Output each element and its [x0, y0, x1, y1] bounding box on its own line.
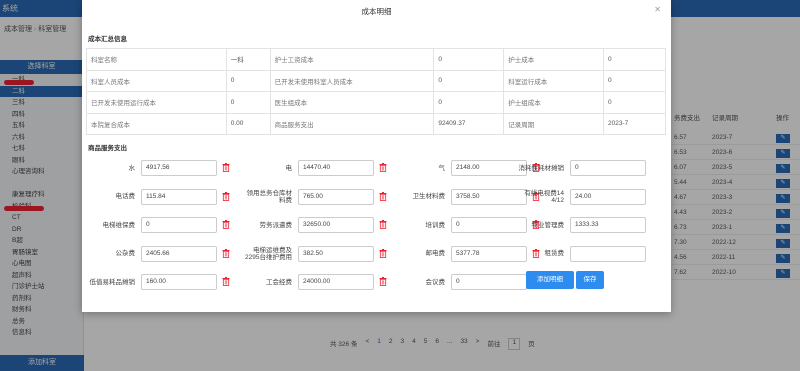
summary-value: 一科 — [225, 48, 271, 71]
form-row: 水 4917.56 电 14470.40 气 2148.00 消耗性耗材摊销 0 — [86, 158, 666, 178]
amount-input[interactable]: 0 — [141, 217, 217, 233]
summary-label: 已开发未使用运行成本 — [86, 91, 227, 114]
amount-input[interactable]: 160.00 — [141, 274, 217, 290]
modal-title: 成本明细 — [361, 7, 392, 16]
summary-section-title: 成本汇总信息 — [88, 36, 127, 43]
amount-input[interactable]: 115.84 — [141, 188, 217, 205]
form-row: 公杂费 2405.66 电梯运维费及2295台维护费用 382.50 邮电费 5377.7… — [86, 244, 666, 264]
summary-row: 本院复合成本 0.00 商品服务支出 92409.37 记录周期 2023-7 — [86, 112, 666, 135]
summary-label: 本院复合成本 — [86, 112, 227, 135]
field-label: 物业管理费 — [531, 221, 565, 229]
form-row: 电梯维保费 0 劳务派遣费 32650.00 培训费 0 物业管理费 1333.33 — [86, 215, 666, 235]
trash-icon[interactable] — [222, 248, 230, 258]
summary-value: 2023-7 — [603, 112, 666, 135]
summary-value: 0 — [603, 91, 666, 114]
summary-value: 0 — [433, 91, 505, 114]
summary-row: 科室名称 一科 护士工资成本 0 护士成本 0 — [86, 48, 666, 71]
summary-row: 科室人员成本 0 已开发未使用科室人员成本 0 科室运行成本 0 — [86, 69, 666, 92]
trash-icon[interactable] — [379, 191, 387, 201]
summary-label: 科室人员成本 — [86, 69, 227, 92]
field-label: 水 — [128, 164, 136, 172]
field-label: 劳务派遣费 — [259, 221, 293, 229]
close-icon[interactable]: ✕ — [654, 5, 661, 14]
add-detail-button[interactable]: 添加明细 — [526, 271, 574, 289]
summary-label: 医生组成本 — [269, 91, 435, 114]
amount-input[interactable]: 2405.66 — [141, 245, 217, 262]
amount-input[interactable]: 1333.33 — [570, 217, 646, 233]
summary-label: 科室运行成本 — [503, 69, 605, 92]
field-label: 电梯运维费及2295台维护费用 — [245, 246, 292, 261]
field-label: 会议费 — [425, 278, 446, 286]
amount-input[interactable]: 765.00 — [298, 188, 374, 205]
field-label: 培训费 — [425, 221, 446, 229]
summary-label: 商品服务支出 — [269, 112, 435, 135]
amount-input[interactable]: 4917.56 — [141, 160, 217, 176]
field-label: 消耗性耗材摊销 — [518, 164, 565, 172]
summary-value: 92409.37 — [433, 112, 505, 135]
summary-value: 0 — [225, 69, 271, 92]
summary-label: 护士工资成本 — [269, 48, 435, 71]
field-label: 租赁费 — [544, 250, 565, 257]
trash-icon[interactable] — [379, 163, 387, 172]
summary-value: 0 — [603, 69, 666, 92]
summary-value: 0 — [433, 48, 505, 71]
field-label: 电 — [285, 164, 293, 172]
field-label: 工会经费 — [266, 278, 292, 286]
amount-input[interactable]: 32650.00 — [298, 217, 374, 233]
trash-icon[interactable] — [222, 220, 230, 229]
field-label: 邮电费 — [425, 250, 446, 257]
amount-input[interactable]: 24000.00 — [298, 274, 374, 290]
amount-input[interactable] — [570, 245, 646, 262]
summary-table: 科室名称 一科 护士工资成本 0 护士成本 0 科室人员成本 0 已开发未使用科室人员成本 0 科室… — [86, 48, 666, 135]
trash-icon[interactable] — [222, 191, 230, 201]
field-label: 气 — [438, 164, 446, 172]
trash-icon[interactable] — [379, 277, 387, 286]
field-label: 公杂费 — [115, 250, 136, 257]
amount-input[interactable]: 14470.40 — [298, 160, 374, 176]
field-label: 低值易耗品摊销 — [89, 278, 136, 286]
summary-label: 记录周期 — [503, 112, 605, 135]
field-label: 电梯维保费 — [102, 221, 136, 229]
summary-label: 护士成本 — [503, 48, 605, 71]
cost-detail-modal: 成本明细 ✕ 成本汇总信息 科室名称 一科 护士工资成本 0 护士成本 0 科室人员成本 0 已… — [82, 0, 671, 312]
trash-icon[interactable] — [222, 163, 230, 172]
field-label: 领用总务仓库材料费 — [246, 189, 293, 204]
save-button[interactable]: 保存 — [576, 271, 604, 289]
form-row: 电话费 115.84 领用总务仓库材料费 765.00 卫生材料费 3758.50 有线电视… — [86, 187, 666, 207]
amount-input[interactable]: 0 — [451, 274, 527, 290]
summary-label: 科室名称 — [86, 48, 227, 71]
summary-row: 已开发未使用运行成本 0 医生组成本 0 护士组成本 0 — [86, 91, 666, 114]
field-label: 有线电视费14 4/12 — [524, 189, 564, 204]
trash-icon[interactable] — [379, 248, 387, 258]
field-label: 卫生材料费 — [412, 193, 446, 200]
trash-icon[interactable] — [379, 220, 387, 229]
amount-input[interactable]: 382.50 — [298, 245, 374, 262]
summary-value: 0 — [225, 91, 271, 114]
summary-label: 护士组成本 — [503, 91, 605, 114]
trash-icon[interactable] — [222, 277, 230, 286]
summary-value: 0 — [433, 69, 505, 92]
amount-input[interactable]: 24.00 — [570, 188, 646, 205]
summary-value: 0.00 — [225, 112, 271, 135]
field-label: 电话费 — [115, 193, 136, 200]
services-section-title: 商品服务支出 — [88, 145, 127, 152]
summary-value: 0 — [603, 48, 666, 71]
amount-input[interactable]: 0 — [570, 160, 646, 176]
summary-label: 已开发未使用科室人员成本 — [269, 69, 435, 92]
